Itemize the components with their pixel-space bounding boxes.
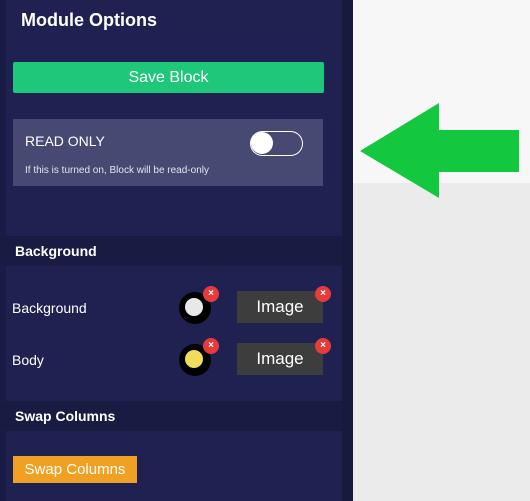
remove-body-image-icon[interactable]: × <box>315 338 331 354</box>
swap-columns-button[interactable]: Swap Columns <box>13 456 137 483</box>
background-color-label: Background <box>12 300 87 316</box>
panel-title: Module Options <box>21 10 157 30</box>
background-section-header: Background <box>0 236 342 266</box>
read-only-label: READ ONLY <box>25 133 105 149</box>
remove-background-image-icon[interactable]: × <box>315 286 331 302</box>
read-only-toggle[interactable] <box>250 131 303 156</box>
save-block-button[interactable]: Save Block <box>13 62 324 93</box>
panel-right-edge <box>342 0 353 501</box>
remove-body-color-icon[interactable]: × <box>203 338 219 354</box>
read-only-help-text: If this is turned on, Block will be read… <box>25 165 209 176</box>
body-color-preview <box>185 350 203 368</box>
green-arrow-left-icon <box>360 103 519 198</box>
canvas-area-bottom <box>353 183 530 501</box>
read-only-setting: READ ONLY If this is turned on, Block wi… <box>13 119 323 186</box>
background-color-preview <box>185 298 203 316</box>
background-image-button[interactable]: Image <box>237 291 323 323</box>
toggle-knob <box>251 132 273 154</box>
body-image-button[interactable]: Image <box>237 343 323 375</box>
body-color-label: Body <box>12 352 44 368</box>
remove-background-color-icon[interactable]: × <box>203 286 219 302</box>
swap-columns-section-header: Swap Columns <box>0 401 342 431</box>
